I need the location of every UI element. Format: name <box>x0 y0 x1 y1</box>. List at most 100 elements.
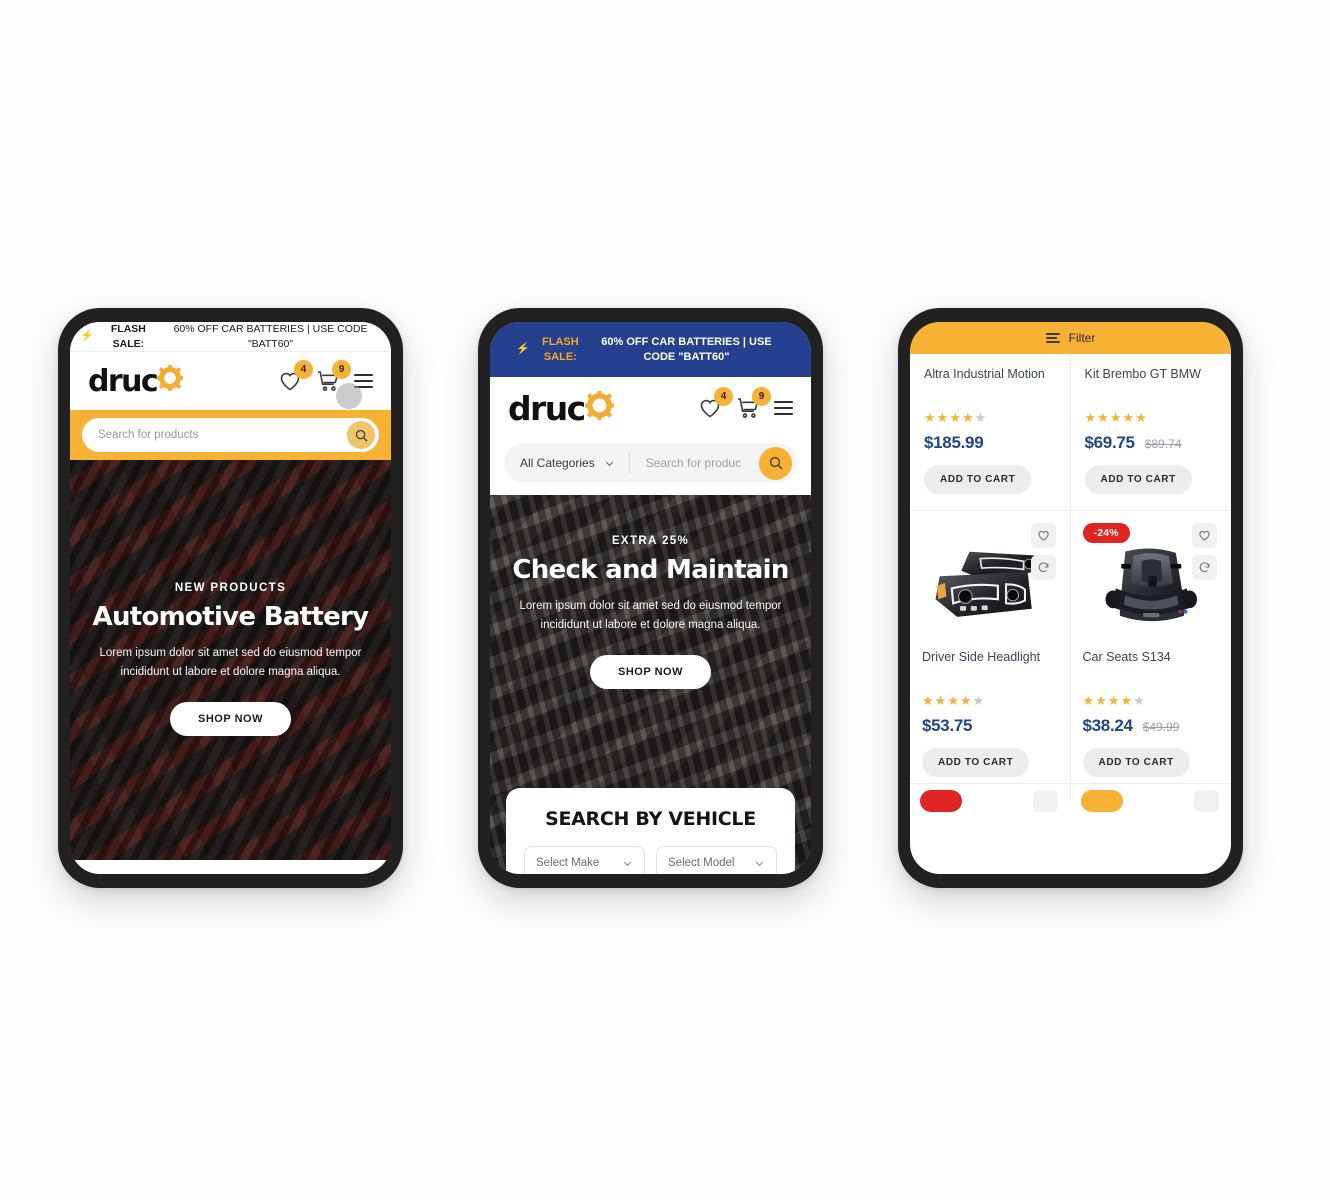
filter-lines-icon <box>1045 332 1060 344</box>
wishlist-button[interactable] <box>1192 523 1217 548</box>
discount-badge-partial <box>920 790 962 812</box>
add-to-cart-button[interactable]: ADD TO CART <box>924 465 1032 494</box>
product-image-wrapper: -24% <box>1082 521 1220 649</box>
category-dropdown[interactable]: All Categories <box>520 452 630 474</box>
phone2-header-actions: 4 9 <box>698 387 793 420</box>
hero-subtitle: Lorem ipsum dolor sit amet sed do eiusmo… <box>99 647 362 678</box>
gear-icon <box>584 390 614 420</box>
search-input[interactable]: Search for products <box>82 418 379 452</box>
phone1-header: druc 4 9 <box>70 352 391 410</box>
compare-icon <box>1199 562 1210 573</box>
flash-bolt-icon: ⚡ <box>80 330 94 343</box>
heart-icon <box>1037 531 1049 541</box>
hero-shop-now-button[interactable]: SHOP NOW <box>170 701 291 736</box>
search-icon <box>769 456 782 470</box>
phone2-search-band: All Categories Search for produc <box>490 439 811 495</box>
product-old-price: $49.99 <box>1142 720 1180 734</box>
filter-label: Filter <box>1068 331 1096 345</box>
product-image-wrapper <box>922 521 1058 649</box>
hamburger-menu-icon[interactable] <box>354 374 373 388</box>
select-model-label: Select Model <box>668 857 735 869</box>
hero-content: EXTRA 25% Check and Maintain Lorem ipsum… <box>490 535 811 689</box>
wishlist-button[interactable] <box>1030 523 1056 548</box>
select-make[interactable]: Select Make <box>524 846 645 874</box>
search-by-vehicle-card: SEARCH BY VEHICLE Select Make Select Mod… <box>506 788 795 874</box>
product-card[interactable]: Altra Industrial Motion ★ ★ ★ ★ ★ $185.99 AD… <box>910 354 1071 511</box>
phone1-announcement-bar: ⚡ FLASH SALE: 60% OFF CAR BATTERIES | US… <box>70 322 391 352</box>
compare-button[interactable] <box>1030 555 1056 580</box>
product-grid: Altra Industrial Motion ★ ★ ★ ★ ★ $185.99 AD… <box>910 354 1232 812</box>
cart-button[interactable]: 9 <box>736 387 771 420</box>
hamburger-menu-icon[interactable] <box>774 401 793 415</box>
wishlist-count-badge: 4 <box>294 360 313 379</box>
compare-button[interactable] <box>1192 555 1217 580</box>
product-card[interactable]: Kit Brembo GT BMW ★ ★ ★ ★ ★ $69.75 $89.74 AD… <box>1070 354 1231 511</box>
product-prices: $38.24 $49.99 <box>1083 716 1220 736</box>
flash-sale-text: 60% OFF CAR BATTERIES | USE CODE "BATT60… <box>173 323 368 350</box>
select-model[interactable]: Select Model <box>656 846 777 874</box>
product-rating: ★ ★ ★ ★ ★ <box>1084 410 1147 425</box>
product-prices: $185.99 <box>924 433 1056 453</box>
product-rating: ★ ★ ★ ★ ★ <box>924 410 987 425</box>
wishlist-count-badge: 4 <box>714 387 733 406</box>
phone2-announcement-bar: ⚡ FLASH SALE: 60% OFF CAR BATTERIES | US… <box>490 322 811 377</box>
product-rating: ★ ★ ★ ★ ★ <box>1082 693 1145 708</box>
compare-icon <box>1038 562 1048 573</box>
product-name: Car Seats S134 <box>1082 650 1171 664</box>
search-button[interactable] <box>759 446 792 480</box>
product-rating: ★ ★ ★ ★ ★ <box>922 693 985 708</box>
product-price: $38.24 <box>1082 716 1134 735</box>
brand-logo[interactable]: druc <box>508 389 614 428</box>
product-name: Driver Side Headlight <box>922 650 1041 664</box>
flash-sale-text: 60% OFF CAR BATTERIES | USE CODE "BATT60… <box>601 335 772 363</box>
product-card[interactable]: -24% Car Seats S134 ★ ★ ★ ★ ★ $38.24 $49… <box>1070 511 1231 784</box>
wishlist-button-partial <box>1032 790 1058 812</box>
chevron-down-icon <box>754 858 765 869</box>
product-price: $69.75 <box>1084 433 1136 452</box>
vehicle-select-grid: Select Make Select Model S <box>524 846 777 874</box>
search-button[interactable] <box>347 421 375 449</box>
brand-logo[interactable]: druc <box>88 363 184 399</box>
product-quick-actions <box>1192 523 1217 580</box>
heart-icon <box>1199 531 1210 541</box>
product-card[interactable]: Driver Side Headlight ★ ★ ★ ★ ★ $53.75 ADD T… <box>910 511 1071 784</box>
phone2-header: druc 4 9 <box>490 377 811 439</box>
flash-sale-label: FLASH SALE: <box>110 323 146 350</box>
product-card-partial <box>1071 784 1232 812</box>
phone2-hero-banner: EXTRA 25% Check and Maintain Lorem ipsum… <box>490 495 811 874</box>
phone3-screen: Filter Altra Industrial Motion ★ ★ ★ ★ ★ $18… <box>910 322 1231 874</box>
phone-mockup-home: ⚡ FLASH SALE: 60% OFF CAR BATTERIES | US… <box>58 308 403 888</box>
product-old-price: $89.74 <box>1144 437 1182 451</box>
product-name: Kit Brembo GT BMW <box>1084 367 1201 381</box>
phone1-header-actions: 4 9 <box>278 360 373 409</box>
brand-logo-text: druc <box>508 388 586 428</box>
product-price: $53.75 <box>922 716 973 735</box>
wishlist-button[interactable]: 4 <box>278 360 313 393</box>
add-to-cart-button[interactable]: ADD TO CART <box>1084 465 1192 494</box>
add-to-cart-button[interactable]: ADD TO CART <box>1082 748 1190 777</box>
product-price: $185.99 <box>924 433 984 452</box>
phone-mockup-product-grid: Filter Altra Industrial Motion ★ ★ ★ ★ ★ $18… <box>898 308 1243 888</box>
cart-count-badge: 9 <box>332 360 351 379</box>
search-input-placeholder[interactable]: Search for produc <box>630 456 759 470</box>
product-prices: $53.75 <box>922 716 1058 736</box>
wishlist-button[interactable]: 4 <box>698 387 733 420</box>
search-bar[interactable]: All Categories Search for produc <box>504 443 797 483</box>
status-badge-partial <box>1080 790 1123 812</box>
hero-eyebrow: EXTRA 25% <box>611 535 690 547</box>
brand-logo-text: druc <box>88 363 159 399</box>
phone1-search-band: Search for products <box>70 410 391 460</box>
wishlist-button-partial <box>1194 790 1219 812</box>
hero-eyebrow: NEW PRODUCTS <box>174 582 287 594</box>
filter-bar[interactable]: Filter <box>910 322 1231 354</box>
hero-shop-now-button[interactable]: SHOP NOW <box>590 654 711 689</box>
hero-title: Check and Maintain <box>512 555 789 585</box>
cart-button[interactable]: 9 <box>316 360 351 393</box>
search-input-placeholder: Search for products <box>98 429 199 441</box>
hero-title: Automotive Battery <box>92 602 370 632</box>
search-icon <box>355 429 368 442</box>
flash-bolt-icon: ⚡ <box>516 343 530 356</box>
discount-badge: -24% <box>1082 523 1130 543</box>
chevron-down-icon <box>604 458 615 469</box>
add-to-cart-button[interactable]: ADD TO CART <box>922 748 1030 777</box>
